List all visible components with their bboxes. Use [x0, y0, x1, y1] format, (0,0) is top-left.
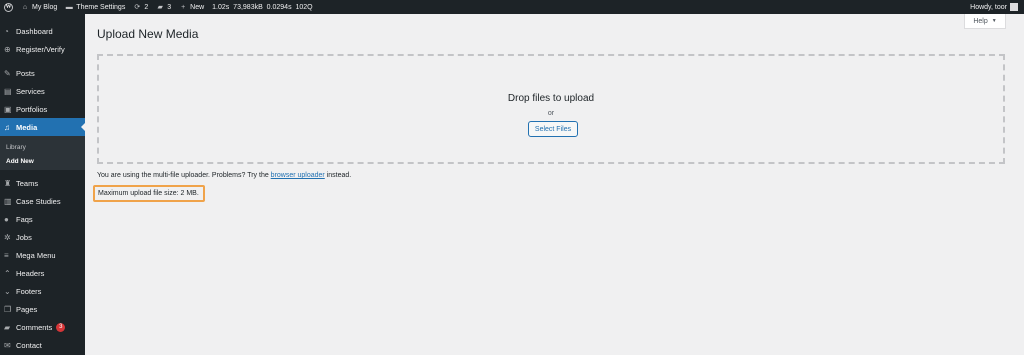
- submenu-item-add-new[interactable]: Add New: [6, 158, 34, 165]
- sidebar-item-media[interactable]: ♫ Media: [0, 118, 85, 136]
- media-icon: ♫: [4, 122, 10, 132]
- document-icon: ▥: [4, 196, 12, 206]
- avatar: [1010, 3, 1018, 11]
- pin-icon: ✎: [4, 68, 11, 78]
- home-icon: ⌂: [22, 3, 28, 11]
- register-icon: ⊕: [4, 44, 11, 54]
- comments-count-badge: 3: [56, 322, 66, 332]
- new-content-menu[interactable]: + New: [175, 0, 208, 14]
- page-title: Upload New Media: [97, 27, 199, 41]
- drop-title: Drop files to upload: [507, 93, 595, 104]
- admin-sidebar: ◔ Dashboard ⊕ Register/Verify ✎ Posts ▤ …: [0, 14, 85, 355]
- wp-logo-menu[interactable]: W: [0, 0, 17, 14]
- mail-icon: ✉: [4, 340, 11, 350]
- wordpress-logo-icon: W: [4, 2, 13, 12]
- portfolio-icon: ▣: [4, 104, 12, 114]
- sidebar-item-contact[interactable]: ✉ Contact: [0, 336, 85, 354]
- sidebar-item-teams[interactable]: ♜ Teams: [0, 174, 85, 192]
- browser-uploader-link[interactable]: browser uploader: [271, 172, 325, 179]
- gear-icon: ✲: [4, 232, 11, 242]
- sidebar-item-services[interactable]: ▤ Services: [0, 82, 85, 100]
- admin-bar: W ⌂ My Blog ▬ Theme Settings ⟳ 2 ▰ 3 + N…: [0, 0, 1024, 14]
- my-account-menu[interactable]: Howdy, toor: [970, 3, 1024, 11]
- plus-icon: +: [181, 3, 186, 11]
- updates-icon: ⟳: [134, 4, 141, 11]
- comment-icon: ▰: [157, 4, 163, 11]
- comments-menu[interactable]: ▰ 3: [152, 0, 175, 14]
- sidebar-item-jobs[interactable]: ✲ Jobs: [0, 228, 85, 246]
- sidebar-item-pages[interactable]: ❐ Pages: [0, 300, 85, 318]
- select-files-button[interactable]: Select Files: [528, 121, 578, 137]
- chevron-up-icon: ⌃: [4, 268, 11, 278]
- sidebar-item-case-studies[interactable]: ▥ Case Studies: [0, 192, 85, 210]
- sidebar-item-faqs[interactable]: ● Faqs: [0, 210, 85, 228]
- sidebar-item-comments[interactable]: ▰ Comments 3: [0, 318, 85, 336]
- sidebar-item-posts[interactable]: ✎ Posts: [0, 64, 85, 82]
- theme-settings-menu[interactable]: ▬ Theme Settings: [61, 0, 129, 14]
- chevron-down-icon: ⌄: [4, 286, 11, 296]
- media-submenu: Library Add New: [0, 136, 85, 170]
- lightbulb-icon: ●: [4, 214, 9, 224]
- sidebar-item-dashboard[interactable]: ◔ Dashboard: [0, 22, 85, 40]
- drop-zone[interactable]: Drop files to upload or Select Files: [97, 54, 1005, 164]
- uploader-note: You are using the multi-file uploader. P…: [97, 172, 352, 179]
- max-upload-size-text: Maximum upload file size: 2 MB.: [93, 185, 205, 202]
- sidebar-item-portfolios[interactable]: ▣ Portfolios: [0, 100, 85, 118]
- submenu-item-library[interactable]: Library: [6, 144, 26, 151]
- comment-icon: ▰: [4, 322, 11, 332]
- menu-icon: ≡: [4, 250, 9, 260]
- services-icon: ▤: [4, 86, 12, 96]
- teams-icon: ♜: [4, 178, 12, 188]
- dashboard-icon: ◔: [4, 26, 9, 36]
- site-name-menu[interactable]: ⌂ My Blog: [17, 0, 61, 14]
- sidebar-item-mega-menu[interactable]: ≡ Mega Menu: [0, 246, 85, 264]
- sidebar-item-headers[interactable]: ⌃ Headers: [0, 264, 85, 282]
- drop-or-text: or: [547, 110, 555, 117]
- caret-down-icon: ▼: [991, 18, 997, 24]
- sidebar-item-footers[interactable]: ⌄ Footers: [0, 282, 85, 300]
- pages-icon: ❐: [4, 304, 12, 314]
- sidebar-item-register-verify[interactable]: ⊕ Register/Verify: [0, 40, 85, 58]
- help-tab-button[interactable]: Help ▼: [964, 14, 1006, 29]
- updates-menu[interactable]: ⟳ 2: [129, 0, 152, 14]
- query-monitor-menu[interactable]: 1.02s 73,983kB 0.0294s 102Q: [208, 0, 316, 14]
- folder-icon: ▬: [65, 3, 73, 11]
